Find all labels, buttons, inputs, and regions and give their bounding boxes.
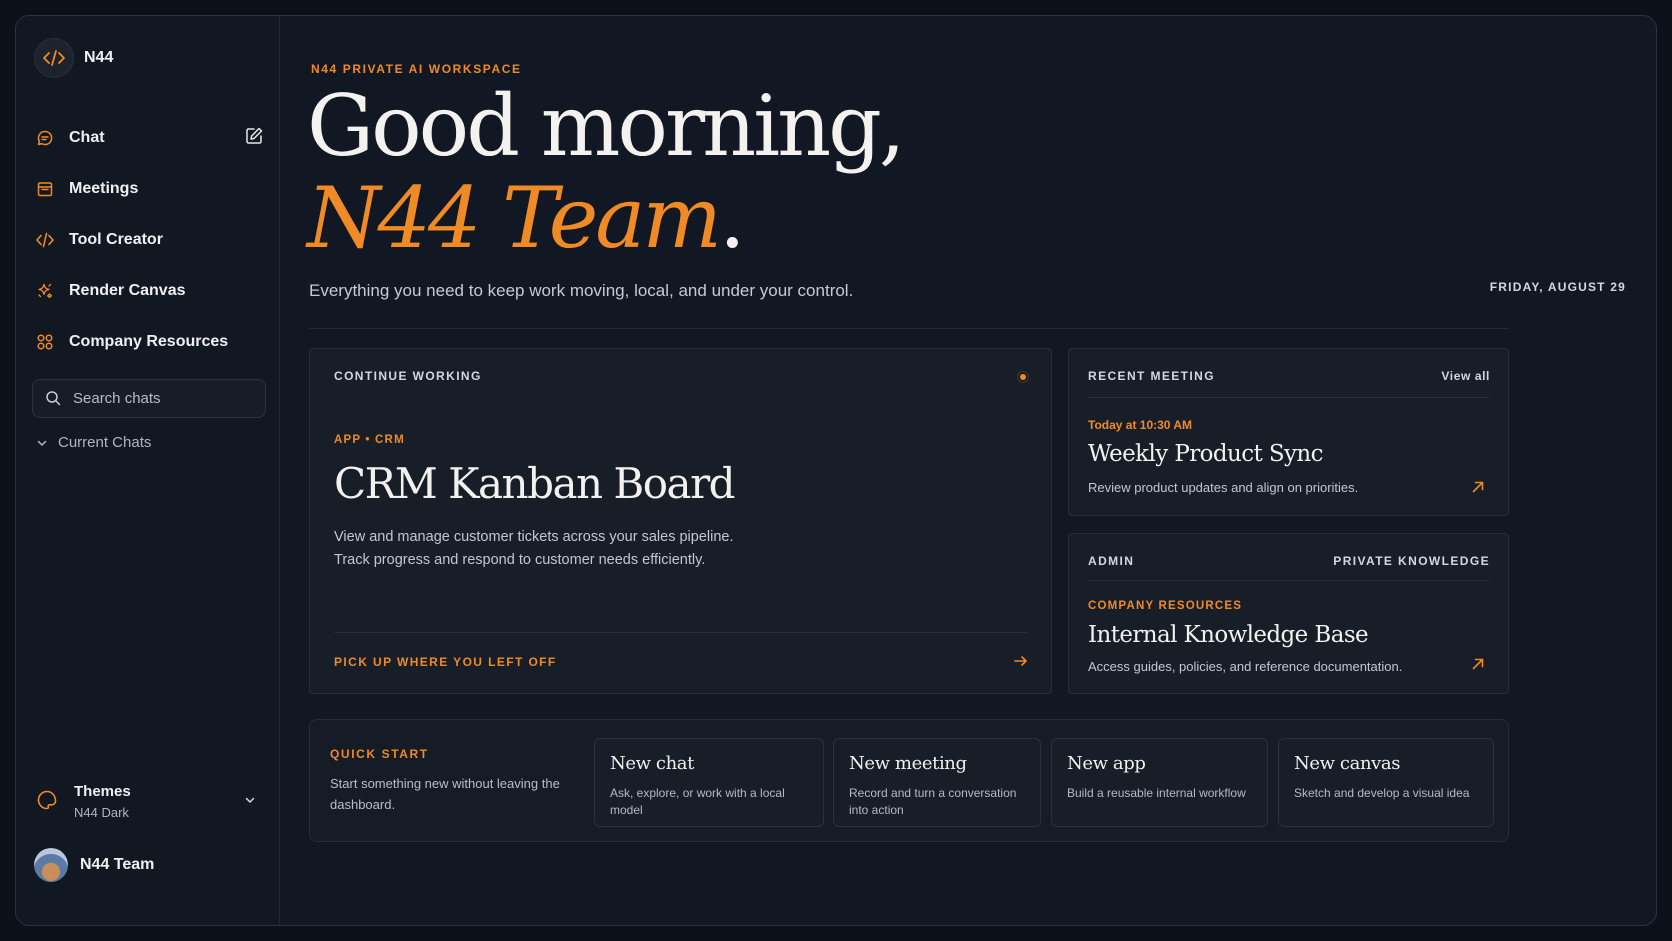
tile-title: New chat — [610, 753, 694, 774]
themes-label: Themes — [74, 782, 131, 800]
description-line: View and manage customer tickets across … — [334, 529, 734, 545]
status-dot-icon — [1017, 371, 1029, 383]
sidebar-item-label: Render Canvas — [69, 281, 186, 299]
new-chat-edit-icon[interactable] — [244, 126, 266, 148]
team-heading: N44 Team. — [307, 176, 746, 260]
tile-description: Ask, explore, or work with a local model — [610, 786, 785, 817]
sidebar-item-chat[interactable]: Chat — [34, 112, 266, 163]
quick-start-label: QUICK START — [330, 747, 429, 761]
search-chats-input[interactable]: Search chats — [32, 379, 266, 418]
sparkle-icon — [34, 280, 56, 302]
meeting-title: Weekly Product Sync — [1088, 441, 1324, 467]
chevron-down-icon — [36, 436, 50, 450]
calendar-icon — [34, 178, 56, 200]
new-chat-tile[interactable]: New chat Ask, explore, or work with a lo… — [594, 738, 824, 827]
arrow-right-icon[interactable] — [1013, 653, 1029, 669]
palette-icon — [36, 789, 60, 813]
sidebar-item-meetings[interactable]: Meetings — [34, 163, 266, 214]
divider — [1088, 580, 1489, 581]
team-name: N44 Team — [307, 169, 722, 267]
tile-title: New app — [1067, 753, 1146, 774]
sidebar-item-company-resources[interactable]: Company Resources — [34, 316, 266, 367]
header-divider — [309, 328, 1509, 329]
avatar — [34, 848, 68, 882]
divider — [334, 632, 1027, 633]
page-subtitle: Everything you need to keep work moving,… — [309, 281, 854, 300]
sidebar-item-label: Chat — [69, 128, 105, 146]
tile-description: Record and turn a conversation into acti… — [849, 786, 1017, 817]
chevron-down-icon — [244, 793, 258, 807]
arrow-up-right-icon[interactable] — [1470, 479, 1486, 495]
arrow-up-right-icon[interactable] — [1470, 656, 1486, 672]
card-title: Internal Knowledge Base — [1088, 622, 1369, 648]
card-description: Access guides, policies, and reference d… — [1088, 659, 1403, 674]
sidebar-item-label: Meetings — [69, 179, 139, 197]
sidebar-item-tool-creator[interactable]: Tool Creator — [34, 214, 266, 265]
card-description: View and manage customer tickets across … — [334, 526, 934, 572]
heading-period: . — [719, 169, 746, 267]
tile-description: Build a reusable internal workflow — [1067, 786, 1246, 800]
brand[interactable]: N44 — [34, 38, 113, 78]
card-category: COMPANY RESOURCES — [1088, 600, 1243, 612]
meeting-time: Today at 10:30 AM — [1088, 418, 1193, 432]
knowledge-base-card[interactable]: ADMIN PRIVATE KNOWLEDGE COMPANY RESOURCE… — [1068, 533, 1509, 694]
user-name: N44 Team — [80, 856, 155, 873]
search-placeholder: Search chats — [73, 390, 161, 407]
current-chats-toggle[interactable]: Current Chats — [36, 434, 151, 451]
description-line: Track progress and respond to customer n… — [334, 552, 706, 568]
sidebar-item-label: Company Resources — [69, 332, 229, 350]
tile-description: Sketch and develop a visual idea — [1294, 786, 1470, 800]
new-app-tile[interactable]: New app Build a reusable internal workfl… — [1051, 738, 1268, 827]
view-all-link[interactable]: View all — [1441, 369, 1490, 383]
tile-title: New canvas — [1294, 753, 1401, 774]
current-date: FRIDAY, AUGUST 29 — [1489, 280, 1626, 294]
search-icon — [45, 390, 63, 408]
themes-selector[interactable]: Themes N44 Dark — [36, 778, 266, 824]
continue-working-card[interactable]: CONTINUE WORKING APP • CRM CRM Kanban Bo… — [309, 348, 1052, 694]
recent-meeting-card[interactable]: RECENT MEETING View all Today at 10:30 A… — [1068, 348, 1509, 516]
chat-bubble-icon — [34, 127, 56, 149]
workspace-eyebrow: N44 PRIVATE AI WORKSPACE — [311, 62, 522, 76]
sidebar-item-label: Tool Creator — [69, 230, 163, 248]
user-profile[interactable]: N44 Team — [34, 848, 154, 882]
themes-value: N44 Dark — [74, 804, 129, 820]
pick-up-link[interactable]: PICK UP WHERE YOU LEFT OFF — [334, 655, 557, 669]
sidebar: N44 Chat Meetings Tool Creator Render Ca… — [16, 16, 280, 925]
quick-start-panel: QUICK START Start something new without … — [309, 719, 1509, 842]
grid-circles-icon — [34, 331, 56, 353]
code-logo-icon — [34, 38, 74, 78]
sidebar-nav: Chat Meetings Tool Creator Render Canvas… — [34, 112, 266, 367]
card-label: ADMIN — [1088, 554, 1135, 568]
divider — [1088, 397, 1489, 398]
quick-start-intro: Start something new without leaving the … — [330, 776, 560, 812]
sidebar-item-render-canvas[interactable]: Render Canvas — [34, 265, 266, 316]
tile-title: New meeting — [849, 753, 967, 774]
meeting-description: Review product updates and align on prio… — [1088, 480, 1359, 495]
card-title: CRM Kanban Board — [334, 459, 736, 508]
card-label: CONTINUE WORKING — [334, 369, 482, 383]
card-category: APP • CRM — [334, 434, 405, 446]
card-label-right: PRIVATE KNOWLEDGE — [1333, 554, 1490, 568]
brand-name: N44 — [84, 49, 114, 66]
current-chats-label: Current Chats — [58, 434, 152, 451]
greeting-heading: Good morning, — [307, 77, 906, 175]
code-icon — [34, 229, 56, 251]
card-label: RECENT MEETING — [1088, 369, 1215, 383]
new-canvas-tile[interactable]: New canvas Sketch and develop a visual i… — [1278, 738, 1494, 827]
new-meeting-tile[interactable]: New meeting Record and turn a conversati… — [833, 738, 1041, 827]
